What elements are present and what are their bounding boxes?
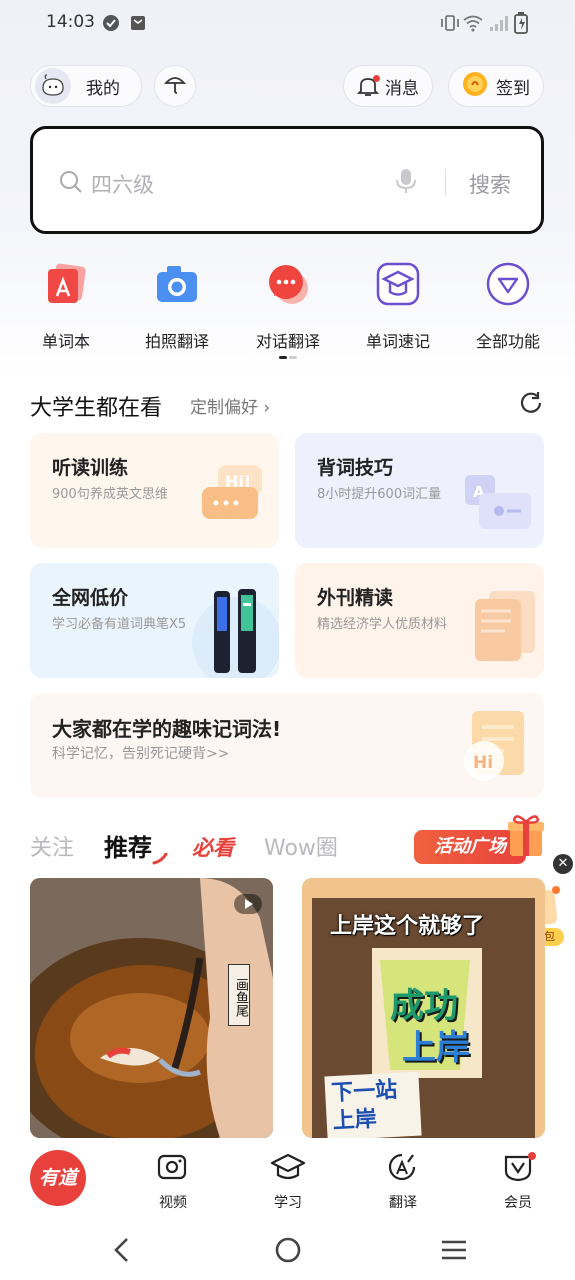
card-fun-memorize[interactable]: 大家都在学的趣味记词法! 科学记忆，告别死记硬背>> Hi [30, 693, 544, 798]
close-icon[interactable]: ✕ [553, 854, 573, 874]
koi-caption-sign: 画鱼尾 [228, 964, 250, 1026]
status-time: 14:03 [46, 12, 95, 32]
pager-indicator-active [279, 356, 287, 359]
microphone-icon[interactable] [395, 167, 417, 199]
translate-icon: A [463, 469, 539, 543]
poster-sign: 下一站 上岸 [324, 1071, 422, 1138]
graduation-cap-icon [258, 1152, 318, 1186]
tab-must-see[interactable]: 必看 [192, 832, 234, 862]
tool-photo-translate[interactable]: 拍照翻译 [122, 262, 232, 352]
nav-label: 翻译 [389, 1195, 417, 1211]
card-vocab-tips[interactable]: 背词技巧 8小时提升600词汇量 A [295, 433, 544, 548]
card-title: 听读训练 [52, 457, 129, 479]
tool-wordbook[interactable]: 单词本 [11, 262, 121, 352]
tool-all-functions[interactable]: 全部功能 [453, 262, 563, 352]
chat-icon [266, 262, 310, 306]
tool-label: 全部功能 [475, 332, 540, 351]
mine-label: 我的 [86, 78, 120, 99]
card-subtitle: 精选经济学人优质材料 [317, 617, 448, 632]
messages-button[interactable]: 消息 [343, 65, 433, 107]
umbrella-icon [163, 73, 187, 100]
vip-icon [488, 1152, 548, 1186]
all-functions-icon [486, 262, 530, 306]
bell-icon [356, 75, 380, 97]
notebook-icon [471, 585, 541, 669]
translate-icon [373, 1152, 433, 1186]
card-subtitle: 900句养成英文思维 [52, 487, 168, 502]
check-circle-icon [102, 14, 120, 32]
card-title: 大家都在学的趣味记词法! [52, 717, 282, 741]
pager-indicator [289, 356, 297, 359]
umbrella-button[interactable] [154, 65, 196, 107]
section-title: 大学生都在看 [30, 396, 163, 421]
nav-video[interactable]: 视频 [143, 1152, 203, 1212]
nav-label: 视频 [159, 1195, 187, 1211]
card-subtitle: 科学记忆，告别死记硬背>> [52, 746, 230, 762]
customize-link[interactable]: 定制偏好 › [190, 393, 270, 418]
tool-label: 单词本 [41, 332, 90, 351]
bottom-nav: 有道 视频 学习 翻译 会员 [0, 1138, 575, 1218]
card-title: 外刊精读 [317, 587, 394, 609]
tool-dialog-translate[interactable]: 对话翻译 [233, 262, 343, 352]
tool-word-memo[interactable]: 单词速记 [343, 262, 453, 352]
nav-home-logo[interactable]: 有道 [30, 1150, 86, 1206]
search-divider [445, 169, 446, 195]
poster-text-bottom: 上岸 [402, 1028, 470, 1068]
coin-icon [462, 71, 488, 102]
recents-icon[interactable] [440, 1238, 468, 1266]
nav-vip[interactable]: 会员 [488, 1152, 548, 1212]
checkin-button[interactable]: 签到 [448, 65, 544, 107]
battery-icon [514, 12, 528, 38]
checkin-label: 签到 [496, 78, 530, 99]
wordbook-icon [44, 262, 88, 306]
tab-follow[interactable]: 关注 [30, 830, 74, 862]
feed-card-koi[interactable]: 画鱼尾 [30, 878, 273, 1138]
card-low-price[interactable]: 全网低价 学习必备有道词典笔X5 [30, 563, 279, 678]
card-subtitle: 8小时提升600词汇量 [317, 487, 442, 502]
card-subtitle: 学习必备有道词典笔X5 [52, 617, 187, 632]
tool-label: 单词速记 [365, 332, 430, 351]
flashcard-icon: Hi [460, 709, 530, 793]
nav-label: 学习 [274, 1195, 302, 1211]
tab-wow[interactable]: Wow圈 [264, 830, 338, 862]
feed-card-shangan[interactable]: 上岸这个就够了 成功 上岸 下一站 上岸 [302, 878, 545, 1138]
card-title: 全网低价 [52, 587, 129, 609]
tab-active-underline [152, 850, 168, 869]
nav-study[interactable]: 学习 [258, 1152, 318, 1212]
video-icon [143, 1152, 203, 1186]
avatar [35, 68, 71, 104]
tab-recommend[interactable]: 推荐 [104, 828, 152, 863]
back-icon[interactable] [110, 1236, 134, 1268]
graduation-cap-icon [376, 262, 420, 306]
mail-icon [129, 14, 147, 32]
notification-dot [528, 1152, 536, 1160]
search-box[interactable]: 四六级 搜索 [30, 126, 544, 234]
speech-bubble-icon: Hi! [200, 459, 270, 533]
camera-icon [155, 262, 199, 306]
nav-translate[interactable]: 翻译 [373, 1152, 433, 1212]
card-listening[interactable]: 听读训练 900句养成英文思维 Hi! [30, 433, 279, 548]
tool-label: 拍照翻译 [144, 332, 209, 351]
home-icon[interactable] [274, 1236, 302, 1268]
dictionary-pen-image [210, 589, 270, 678]
poster-headline: 上岸这个就够了 [330, 914, 485, 939]
mine-button[interactable]: 我的 [30, 65, 142, 107]
vibrate-icon [440, 14, 460, 36]
refresh-icon[interactable] [518, 390, 544, 420]
search-input[interactable]: 四六级 [91, 169, 154, 199]
svg-text:Hi: Hi [473, 753, 493, 773]
signal-icon [489, 14, 509, 36]
messages-label: 消息 [385, 78, 419, 99]
tool-label: 对话翻译 [255, 332, 320, 351]
play-icon[interactable] [234, 894, 262, 914]
search-icon [59, 170, 83, 198]
nav-label: 会员 [504, 1195, 532, 1211]
system-navigation-bar [0, 1218, 575, 1280]
card-reading[interactable]: 外刊精读 精选经济学人优质材料 [295, 563, 544, 678]
gift-box-icon [506, 810, 546, 864]
notification-dot [373, 75, 380, 82]
search-button[interactable]: 搜索 [469, 169, 511, 199]
wifi-icon [463, 14, 483, 36]
card-title: 背词技巧 [317, 457, 394, 479]
